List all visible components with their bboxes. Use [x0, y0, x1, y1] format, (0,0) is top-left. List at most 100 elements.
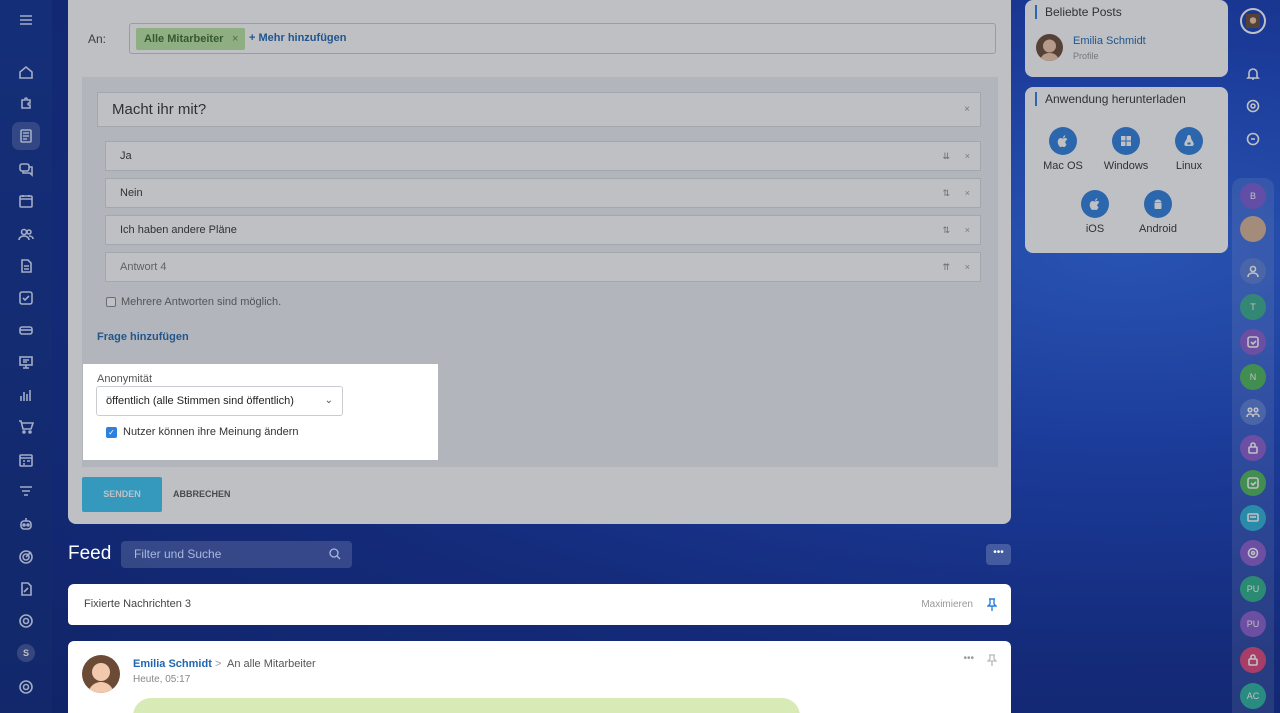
app-label: iOS: [1085, 223, 1105, 235]
group-chat-icon[interactable]: [1240, 399, 1266, 425]
pin-icon[interactable]: [987, 598, 997, 611]
chat-avatar[interactable]: PU: [1240, 576, 1266, 602]
search-chat-icon[interactable]: [1240, 126, 1266, 152]
maximize-link[interactable]: Maximieren: [921, 584, 973, 625]
sign-document-icon[interactable]: [12, 575, 40, 603]
answer-input[interactable]: Antwort 4 ⇈ ×: [105, 252, 981, 282]
popular-post-author[interactable]: Emilia Schmidt: [1073, 35, 1146, 47]
pinned-count: 3: [184, 598, 192, 610]
search-placeholder: Filter und Suche: [134, 547, 222, 561]
calendar-icon[interactable]: [12, 187, 40, 215]
anonymity-select[interactable]: öffentlich (alle Stimmen sind öffentlich…: [96, 386, 343, 416]
post-time: Heute, 05:17: [133, 674, 191, 685]
filter-icon[interactable]: [12, 478, 40, 506]
popular-posts-title: Beliebte Posts: [1035, 5, 1122, 19]
message-icon[interactable]: [1240, 505, 1266, 531]
app-label: Android: [1139, 223, 1177, 235]
app-linux[interactable]: Linux: [1159, 127, 1219, 172]
home-icon[interactable]: [12, 58, 40, 86]
app-android[interactable]: Android: [1128, 190, 1188, 235]
app-ios[interactable]: iOS: [1065, 190, 1125, 235]
feed-more-button[interactable]: •••: [986, 544, 1011, 565]
analytics-icon[interactable]: [12, 381, 40, 409]
feed-search-input[interactable]: Filter und Suche: [121, 541, 352, 568]
people-icon[interactable]: [12, 220, 40, 248]
chat-avatar[interactable]: B: [1240, 183, 1266, 209]
copilot-chat-icon[interactable]: [1240, 540, 1266, 566]
presentation-icon[interactable]: [12, 348, 40, 376]
storage-icon[interactable]: [12, 316, 40, 344]
answer-input[interactable]: Ja ⇊ ×: [105, 141, 981, 171]
target-icon[interactable]: [12, 543, 40, 571]
feed-icon[interactable]: [12, 122, 40, 150]
right-sidebar: B T N PU PU AC: [1228, 0, 1280, 713]
puzzle-icon[interactable]: [12, 90, 40, 118]
task-icon[interactable]: [12, 284, 40, 312]
sort-icon[interactable]: ⇊: [942, 142, 950, 170]
support-icon[interactable]: [12, 607, 40, 635]
post-author[interactable]: Emilia Schmidt: [133, 658, 212, 670]
avatar[interactable]: [82, 655, 120, 693]
avatar[interactable]: [1240, 216, 1266, 242]
app-windows[interactable]: Windows: [1096, 127, 1156, 172]
app-label: Windows: [1103, 160, 1149, 172]
chip-remove-icon[interactable]: ×: [232, 28, 238, 50]
send-button[interactable]: SENDEN: [82, 477, 162, 512]
cancel-button[interactable]: ABBRECHEN: [173, 477, 231, 512]
menu-icon[interactable]: [12, 6, 40, 34]
change-opinion-checkbox[interactable]: ✓: [106, 426, 117, 438]
search-icon[interactable]: [329, 548, 341, 560]
multiple-answers-checkbox[interactable]: [106, 297, 116, 307]
document-icon[interactable]: [12, 252, 40, 280]
feed-post: Emilia Schmidt > An alle Mitarbeiter Heu…: [68, 641, 1011, 713]
answer-remove-icon[interactable]: ×: [965, 216, 970, 244]
chat-icon[interactable]: [12, 155, 40, 183]
sort-icon[interactable]: ⇅: [942, 179, 950, 207]
add-question-link[interactable]: Frage hinzufügen: [97, 331, 189, 343]
sort-icon[interactable]: ⇈: [942, 253, 950, 281]
linux-icon: [1175, 127, 1203, 155]
sort-icon[interactable]: ⇅: [942, 216, 950, 244]
bell-icon[interactable]: [1240, 61, 1266, 87]
android-icon: [1144, 190, 1172, 218]
chat-avatar[interactable]: T: [1240, 294, 1266, 320]
group-icon[interactable]: [1240, 258, 1266, 284]
question-remove-icon[interactable]: ×: [964, 93, 970, 126]
change-opinion-option[interactable]: ✓ Nutzer können ihre Meinung ändern: [106, 426, 299, 438]
download-app-panel: Anwendung herunterladen Mac OS Windows L…: [1025, 87, 1228, 253]
multiple-answers-option[interactable]: Mehrere Antworten sind möglich.: [106, 296, 281, 308]
cart-icon[interactable]: [12, 413, 40, 441]
chat-avatar[interactable]: N: [1240, 364, 1266, 390]
chat-avatar[interactable]: AC: [1240, 683, 1266, 709]
apple-icon: [1049, 127, 1077, 155]
schedule-icon[interactable]: [12, 446, 40, 474]
lock-icon[interactable]: [1240, 647, 1266, 673]
avatar[interactable]: [1036, 34, 1063, 61]
recipients-label: An:: [88, 32, 107, 46]
copilot-icon[interactable]: [1240, 93, 1266, 119]
answer-remove-icon[interactable]: ×: [965, 142, 970, 170]
user-badge[interactable]: S: [17, 644, 35, 662]
post-recipient[interactable]: An alle Mitarbeiter: [227, 658, 316, 670]
task-chat-icon[interactable]: [1240, 329, 1266, 355]
avatar[interactable]: [1240, 8, 1266, 34]
pinned-messages-bar[interactable]: Fixierte Nachrichten 3 Maximieren: [68, 584, 1011, 625]
add-recipients-link[interactable]: + Mehr hinzufügen: [249, 32, 346, 44]
answer-input[interactable]: Nein ⇅ ×: [105, 178, 981, 208]
settings-icon[interactable]: [12, 673, 40, 701]
answer-input[interactable]: Ich haben andere Pläne ⇅ ×: [105, 215, 981, 245]
popular-post-sub: Profile: [1073, 51, 1099, 61]
task-chat-icon[interactable]: [1240, 470, 1266, 496]
lock-icon[interactable]: [1240, 435, 1266, 461]
poll-question-input[interactable]: Macht ihr mit? ×: [97, 92, 981, 127]
apple-icon: [1081, 190, 1109, 218]
post-more-icon[interactable]: •••: [963, 653, 974, 664]
answer-remove-icon[interactable]: ×: [965, 253, 970, 281]
chat-avatar[interactable]: PU: [1240, 611, 1266, 637]
pin-icon[interactable]: [987, 654, 997, 666]
app-macos[interactable]: Mac OS: [1033, 127, 1093, 172]
recipients-field[interactable]: Alle Mitarbeiter × + Mehr hinzufügen: [129, 23, 996, 54]
recipient-chip[interactable]: Alle Mitarbeiter ×: [136, 28, 246, 50]
robot-icon[interactable]: [12, 510, 40, 538]
answer-remove-icon[interactable]: ×: [965, 179, 970, 207]
